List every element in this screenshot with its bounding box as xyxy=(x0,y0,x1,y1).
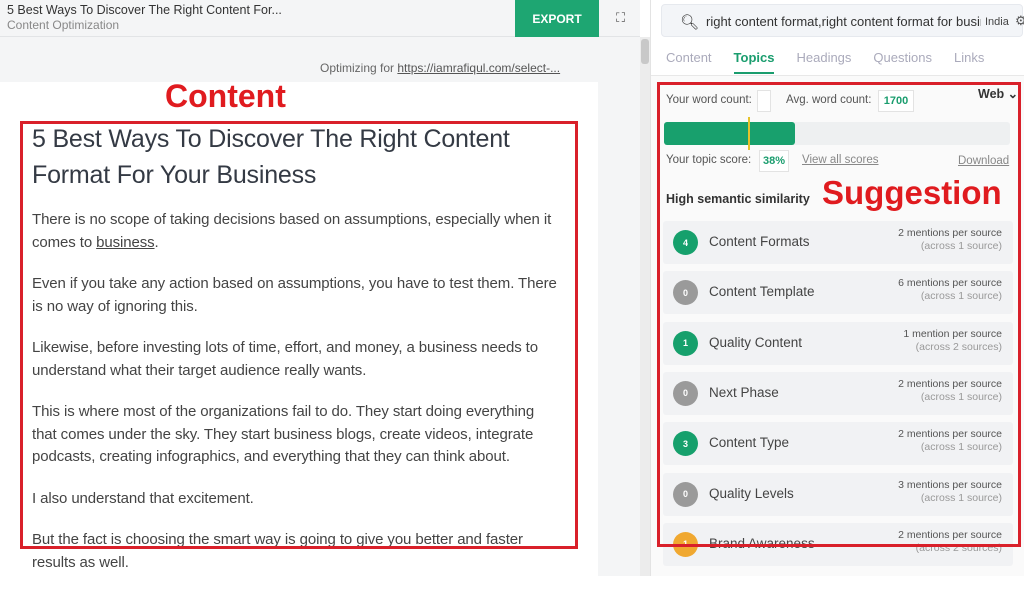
tabs: Content Topics Headings Questions Links xyxy=(666,50,1006,74)
search-input[interactable]: right content format,right content forma… xyxy=(706,14,981,29)
tab-content[interactable]: Content xyxy=(666,50,712,74)
scrollbar-thumb[interactable] xyxy=(641,39,649,64)
search-icon: 🔍︎ xyxy=(680,14,700,31)
tab-links[interactable]: Links xyxy=(954,50,984,74)
optimizing-url-link[interactable]: https://iamrafiqul.com/select-... xyxy=(397,61,560,75)
export-button[interactable]: EXPORT xyxy=(515,0,599,37)
document-subtitle: Content Optimization xyxy=(7,18,120,32)
tab-questions[interactable]: Questions xyxy=(873,50,932,74)
optimizing-label: Optimizing for xyxy=(320,61,395,75)
editor-header: 5 Best Ways To Discover The Right Conten… xyxy=(0,0,640,37)
fullscreen-icon[interactable]: ⛶ xyxy=(616,10,630,25)
country-select[interactable]: India xyxy=(985,16,1009,28)
gear-icon[interactable]: ⚙ xyxy=(1015,13,1024,29)
tab-headings[interactable]: Headings xyxy=(796,50,851,74)
editor-scrollbar[interactable] xyxy=(640,37,650,576)
suggestion-highlight-box xyxy=(657,82,1021,547)
content-annotation: Content xyxy=(165,78,286,114)
tab-topics[interactable]: Topics xyxy=(733,50,775,74)
keyword-search-bar[interactable]: 🔍︎ right content format,right content fo… xyxy=(661,4,1024,37)
optimizing-for: Optimizing for https://iamrafiqul.com/se… xyxy=(320,61,560,75)
document-title: 5 Best Ways To Discover The Right Conten… xyxy=(7,3,282,17)
content-highlight-box xyxy=(20,121,578,549)
